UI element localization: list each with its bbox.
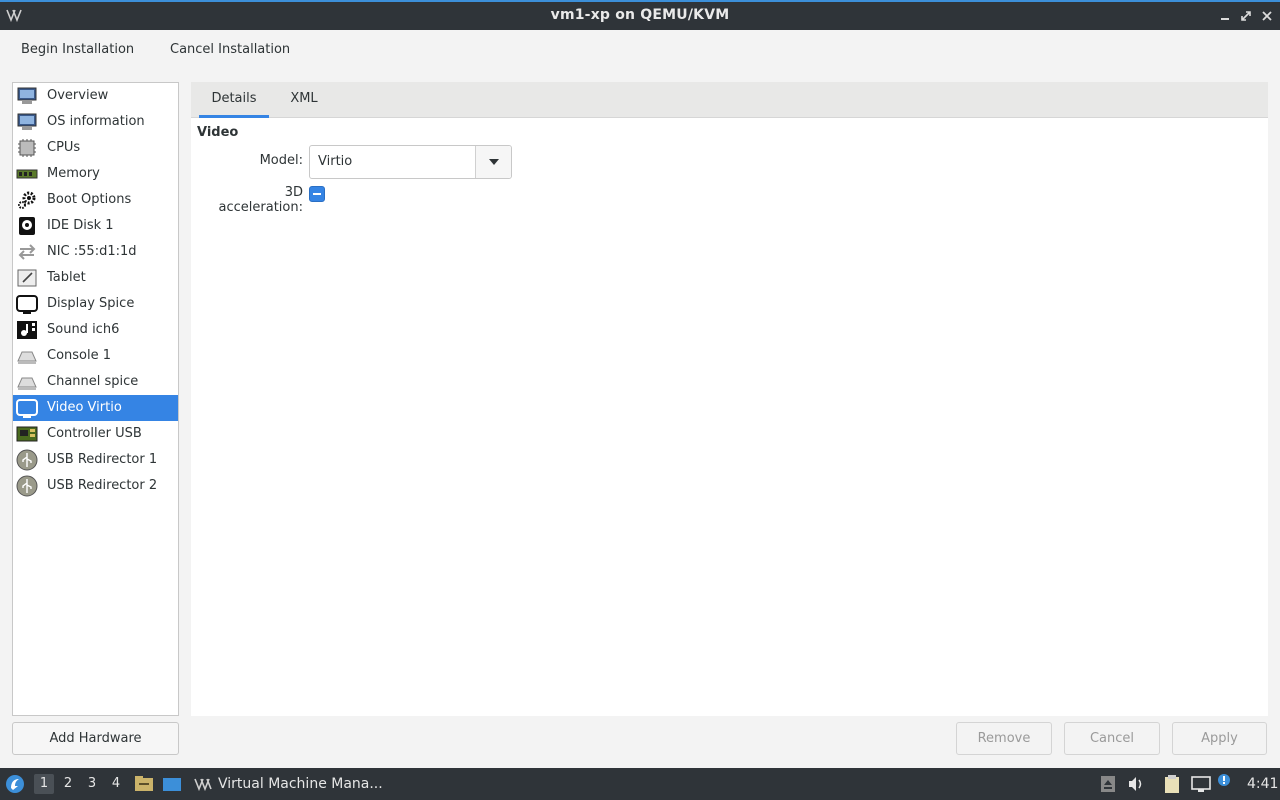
sidebar-item-label: OS information bbox=[47, 114, 145, 129]
virt-manager-task-icon bbox=[194, 778, 212, 792]
sidebar-item-label: NIC :55:d1:1d bbox=[47, 244, 137, 259]
monitor-icon bbox=[17, 113, 37, 130]
sidebar-item-label: Video Virtio bbox=[47, 400, 122, 415]
sidebar-item-channel-spice[interactable]: Channel spice bbox=[13, 369, 178, 395]
show-desktop-icon[interactable] bbox=[162, 774, 182, 794]
tablet-icon bbox=[17, 269, 37, 287]
sidebar-item-overview[interactable]: Overview bbox=[13, 83, 178, 109]
channel-icon bbox=[17, 377, 37, 390]
taskbar-task-virt-manager[interactable]: Virtual Machine Mana... bbox=[218, 774, 383, 794]
sidebar-item-tablet[interactable]: Tablet bbox=[13, 265, 178, 291]
close-icon[interactable] bbox=[1259, 8, 1275, 24]
section-title-video: Video bbox=[197, 125, 239, 140]
tab-bar: Details XML bbox=[191, 82, 1268, 118]
sidebar-item-label: Memory bbox=[47, 166, 100, 181]
sidebar-item-label: USB Redirector 2 bbox=[47, 478, 158, 493]
sidebar-item-label: Overview bbox=[47, 88, 109, 103]
display-icon bbox=[16, 295, 38, 314]
sidebar-item-label: CPUs bbox=[47, 140, 81, 155]
indeterminate-mark bbox=[313, 193, 321, 195]
window-title: vm1-xp on QEMU/KVM bbox=[550, 7, 730, 23]
sidebar-item-label: IDE Disk 1 bbox=[47, 218, 114, 233]
sidebar-item-memory[interactable]: Memory bbox=[13, 161, 178, 187]
sidebar-item-usb-redirector-1[interactable]: USB Redirector 1 bbox=[13, 447, 178, 473]
sidebar-item-usb-redirector-2[interactable]: USB Redirector 2 bbox=[13, 473, 178, 499]
start-menu-icon[interactable] bbox=[5, 774, 25, 794]
sidebar-item-boot-options[interactable]: Boot Options bbox=[13, 187, 178, 213]
eject-icon[interactable] bbox=[1100, 775, 1116, 793]
workspace-2[interactable]: 2 bbox=[58, 774, 78, 794]
details-panel: Details XML Video Model: Virtio 3D accel… bbox=[191, 82, 1268, 716]
gear-icon bbox=[18, 191, 36, 209]
volume-icon[interactable] bbox=[1127, 775, 1145, 793]
sidebar-item-label: Tablet bbox=[47, 270, 86, 285]
chevron-down-icon bbox=[489, 159, 499, 165]
apply-button[interactable]: Apply bbox=[1172, 722, 1267, 755]
workspace-4[interactable]: 4 bbox=[106, 774, 126, 794]
controller-icon bbox=[16, 426, 38, 442]
toolbar: Begin Installation Cancel Installation bbox=[0, 30, 1280, 70]
sidebar-item-ide-disk-1[interactable]: IDE Disk 1 bbox=[13, 213, 178, 239]
sidebar-item-nic[interactable]: NIC :55:d1:1d bbox=[13, 239, 178, 265]
cpu-icon bbox=[18, 139, 36, 157]
workspace-1[interactable]: 1 bbox=[34, 774, 54, 794]
cancel-installation-button[interactable]: Cancel Installation bbox=[170, 40, 290, 60]
file-manager-icon[interactable] bbox=[134, 774, 154, 794]
begin-installation-button[interactable]: Begin Installation bbox=[21, 40, 134, 60]
sound-icon bbox=[17, 321, 37, 339]
sidebar-item-display-spice[interactable]: Display Spice bbox=[13, 291, 178, 317]
sidebar-item-cpus[interactable]: CPUs bbox=[13, 135, 178, 161]
maximize-icon[interactable] bbox=[1238, 8, 1254, 24]
usb-icon bbox=[16, 449, 38, 471]
network-status-icon[interactable] bbox=[1191, 775, 1211, 793]
model-label: Model: bbox=[259, 153, 303, 168]
sidebar-item-label: Boot Options bbox=[47, 192, 132, 207]
console-icon bbox=[17, 351, 37, 364]
sidebar-item-label: USB Redirector 1 bbox=[47, 452, 158, 467]
hardware-list: Overview OS information CPUs Memory Boot… bbox=[12, 82, 179, 716]
memory-icon bbox=[16, 169, 38, 179]
tab-details[interactable]: Details bbox=[199, 82, 269, 118]
video-icon bbox=[16, 399, 38, 418]
sidebar-item-sound-ich6[interactable]: Sound ich6 bbox=[13, 317, 178, 343]
3d-acceleration-label: 3D acceleration: bbox=[218, 185, 303, 215]
remove-button[interactable]: Remove bbox=[956, 722, 1052, 755]
clipboard-icon[interactable] bbox=[1163, 774, 1181, 794]
sidebar-item-os-information[interactable]: OS information bbox=[13, 109, 178, 135]
monitor-icon bbox=[17, 87, 37, 104]
network-icon bbox=[18, 244, 36, 260]
taskbar: 1 2 3 4 Virtual Machine Mana... 4:41 bbox=[0, 768, 1280, 800]
sidebar-item-controller-usb[interactable]: Controller USB bbox=[13, 421, 178, 447]
clock[interactable]: 4:41 bbox=[1247, 774, 1278, 794]
minimize-icon[interactable] bbox=[1217, 8, 1233, 24]
sidebar-item-label: Controller USB bbox=[47, 426, 142, 441]
3d-acceleration-checkbox[interactable] bbox=[309, 186, 325, 202]
sidebar-item-console-1[interactable]: Console 1 bbox=[13, 343, 178, 369]
tab-xml[interactable]: XML bbox=[277, 82, 331, 118]
notification-icon[interactable] bbox=[1217, 773, 1231, 787]
window-titlebar: vm1-xp on QEMU/KVM bbox=[0, 0, 1280, 30]
sidebar-item-label: Channel spice bbox=[47, 374, 139, 389]
model-select-value: Virtio bbox=[318, 154, 353, 169]
sidebar-item-label: Display Spice bbox=[47, 296, 135, 311]
sidebar-item-label: Sound ich6 bbox=[47, 322, 120, 337]
sidebar-item-video-virtio[interactable]: Video Virtio bbox=[13, 395, 178, 421]
workspace-3[interactable]: 3 bbox=[82, 774, 102, 794]
model-select[interactable]: Virtio bbox=[309, 145, 512, 179]
usb-icon bbox=[16, 475, 38, 497]
sidebar-item-label: Console 1 bbox=[47, 348, 112, 363]
cancel-button[interactable]: Cancel bbox=[1064, 722, 1160, 755]
disk-icon bbox=[19, 217, 35, 235]
add-hardware-button[interactable]: Add Hardware bbox=[12, 722, 179, 755]
dropdown-button[interactable] bbox=[475, 146, 511, 178]
